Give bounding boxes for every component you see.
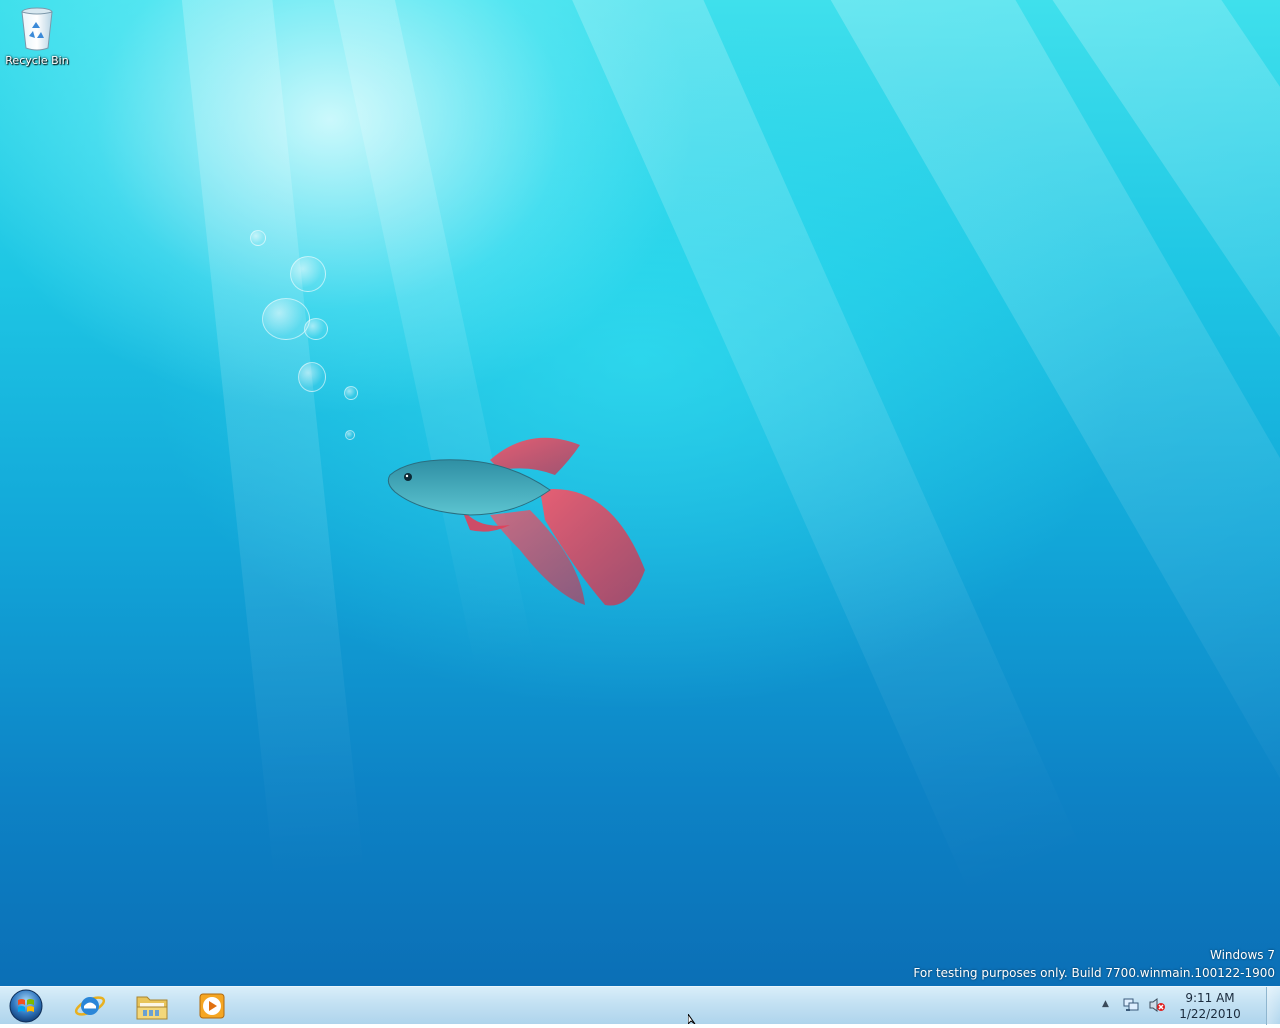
start-button[interactable]: [6, 988, 46, 1024]
show-desktop-button[interactable]: [1266, 987, 1280, 1025]
show-hidden-icons-arrow-icon[interactable]: ▲: [1102, 999, 1109, 1009]
windows-orb-icon: [9, 989, 43, 1023]
recycle-bin-icon: [21, 7, 53, 51]
clock-time: 9:11 AM: [1185, 991, 1235, 1005]
bubble: [304, 318, 328, 340]
light-ray: [1051, 0, 1280, 746]
taskbar-windows-explorer[interactable]: [126, 989, 178, 1023]
notification-area: ▲ 9:11 AM 1/22/2010: [1100, 987, 1260, 1025]
clock-date: 1/22/2010: [1179, 1007, 1241, 1021]
bubble: [344, 386, 358, 400]
internet-explorer-icon: [74, 996, 106, 1016]
folder-icon: [136, 996, 168, 1020]
betta-fish-image: [387, 437, 645, 606]
desktop-background: Recycle Bin Windows 7 For testing purpos…: [0, 0, 1280, 986]
volume-muted-icon[interactable]: [1148, 997, 1166, 1013]
desktop-icon-label: Recycle Bin: [5, 54, 69, 67]
light-ray: [830, 0, 1280, 867]
taskbar: ▲ 9:11 AM 1/22/2010: [0, 986, 1280, 1025]
network-icon[interactable]: [1122, 997, 1140, 1013]
desktop-icon-recycle-bin[interactable]: Recycle Bin: [4, 6, 70, 76]
mouse-cursor-icon: [688, 1014, 696, 1024]
bubble: [262, 298, 310, 340]
bubble: [290, 256, 326, 292]
light-ray: [180, 0, 364, 880]
media-player-icon: [199, 993, 225, 1019]
system-clock[interactable]: 9:11 AM 1/22/2010: [1170, 990, 1250, 1022]
watermark-build-info: For testing purposes only. Build 7700.wi…: [913, 966, 1275, 980]
build-watermark: Windows 7 For testing purposes only. Bui…: [913, 946, 1275, 982]
bubble: [345, 430, 355, 440]
watermark-os-name: Windows 7: [1209, 948, 1275, 962]
taskbar-internet-explorer[interactable]: [64, 989, 116, 1023]
taskbar-windows-media-player[interactable]: [186, 989, 238, 1023]
bubble: [250, 230, 266, 246]
bubble: [298, 362, 326, 392]
